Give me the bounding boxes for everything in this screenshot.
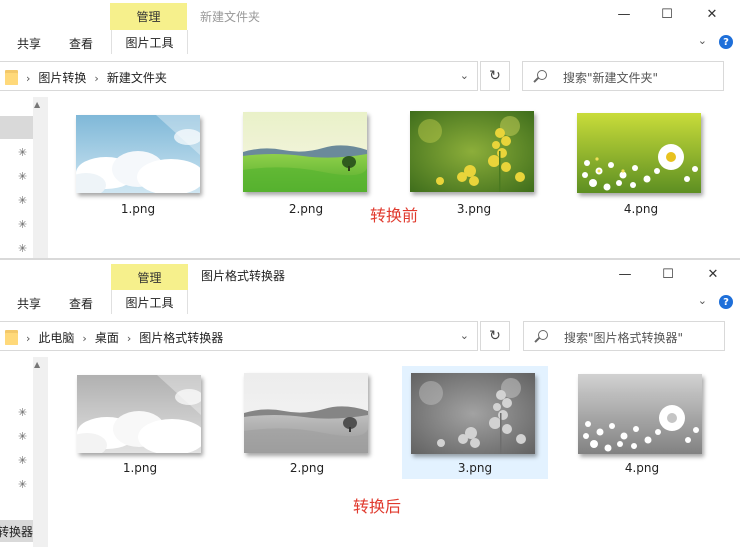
thumbnail-image (77, 375, 201, 453)
tab-share[interactable]: 共享 (17, 295, 41, 312)
pin-icon[interactable]: ✳ (18, 146, 27, 159)
address-bar[interactable]: › 图片转换 › 新建文件夹 ⌄ (0, 61, 478, 91)
navigation-pane: ▲ ✳ ✳ ✳ ✳ ✳ (0, 97, 48, 258)
file-name: 1.png (120, 202, 156, 216)
explorer-window-before: 管理 新建文件夹 — ☐ ✕ 共享 查看 图片工具 ⌄ ? › 图片转换 › 新建文件… (0, 0, 740, 258)
maximize-icon[interactable]: ☐ (657, 4, 677, 24)
breadcrumb: › 此电脑 › 桌面 › 图片格式转换器 (26, 329, 231, 346)
address-row: › 图片转换 › 新建文件夹 ⌄ ↻ 搜索"新建文件夹" (0, 61, 740, 93)
minimize-icon[interactable]: — (615, 264, 635, 284)
file-item[interactable]: 1.png (71, 111, 205, 221)
pin-icon[interactable]: ✳ (18, 454, 27, 467)
pin-icon[interactable]: ✳ (18, 242, 27, 255)
refresh-icon[interactable]: ↻ (480, 61, 510, 91)
tab-share[interactable]: 共享 (17, 35, 41, 52)
folder-icon (5, 330, 18, 345)
nav-scrollbar[interactable] (33, 97, 48, 258)
chevron-down-icon[interactable]: ⌄ (460, 69, 469, 82)
file-item[interactable]: 2.png (239, 111, 373, 221)
ribbon: 共享 查看 图片工具 ⌄ ? (0, 290, 740, 315)
nav-scrollbar[interactable] (33, 357, 48, 547)
search-icon (537, 70, 547, 80)
file-name: 3.png (457, 461, 493, 475)
pin-icon[interactable]: ✳ (18, 170, 27, 183)
chevron-right-icon[interactable]: › (82, 332, 86, 345)
thumbnail-image (411, 373, 535, 454)
breadcrumb-item[interactable]: 此电脑 (38, 331, 74, 345)
file-name: 4.png (624, 461, 660, 475)
help-icon[interactable]: ? (719, 35, 733, 49)
file-name: 4.png (623, 202, 659, 216)
pin-icon[interactable]: ✳ (18, 430, 27, 443)
folder-icon (5, 70, 18, 85)
minimize-icon[interactable]: — (614, 4, 634, 24)
tab-picture-tools[interactable]: 图片工具 (111, 290, 188, 314)
file-item[interactable]: 4.png (575, 372, 709, 482)
ribbon: 共享 查看 图片工具 ⌄ ? (0, 30, 740, 55)
file-name: 2.png (289, 461, 325, 475)
file-name: 2.png (288, 202, 324, 216)
close-icon[interactable]: ✕ (702, 4, 722, 24)
breadcrumb-item[interactable]: 新建文件夹 (107, 71, 167, 85)
file-item[interactable]: 3.png (407, 111, 541, 221)
thumbnail-image (578, 374, 702, 454)
search-box[interactable]: 搜索"新建文件夹" (522, 61, 724, 91)
nav-item-selected-label[interactable]: 转换器 (0, 520, 33, 542)
breadcrumb-item[interactable]: 图片格式转换器 (139, 331, 223, 345)
breadcrumb-item[interactable]: 图片转换 (38, 71, 86, 85)
help-icon[interactable]: ? (719, 295, 733, 309)
search-placeholder: 搜索"图片格式转换器" (564, 331, 684, 345)
breadcrumb-item[interactable]: 桌面 (95, 331, 119, 345)
thumbnail-image (410, 111, 534, 192)
navigation-pane: ▲ ✳ ✳ ✳ ✳ 转换器 (0, 357, 48, 547)
file-item-selected[interactable]: 3.png (402, 366, 548, 479)
title-bar: 管理 图片格式转换器 — ☐ ✕ (0, 260, 740, 290)
chevron-right-icon[interactable]: › (26, 332, 30, 345)
tab-view[interactable]: 查看 (69, 35, 93, 52)
thumbnail-image (243, 112, 367, 192)
pin-icon[interactable]: ✳ (18, 406, 27, 419)
chevron-right-icon[interactable]: › (26, 72, 30, 85)
pin-icon[interactable]: ✳ (18, 218, 27, 231)
file-name: 3.png (456, 202, 492, 216)
thumbnail-image (577, 113, 701, 193)
manage-tab[interactable]: 管理 (110, 3, 187, 30)
scroll-up-icon[interactable]: ▲ (34, 360, 40, 369)
refresh-icon[interactable]: ↻ (480, 321, 510, 351)
title-bar: 管理 新建文件夹 — ☐ ✕ (0, 0, 740, 30)
breadcrumb: › 图片转换 › 新建文件夹 (26, 69, 175, 86)
thumbnail-image (244, 373, 368, 453)
manage-tab[interactable]: 管理 (111, 264, 188, 290)
file-item[interactable]: 2.png (240, 372, 374, 482)
window-title: 图片格式转换器 (201, 269, 286, 283)
thumbnail-image (76, 115, 200, 193)
search-box[interactable]: 搜索"图片格式转换器" (523, 321, 725, 351)
tab-picture-tools[interactable]: 图片工具 (111, 30, 188, 54)
window-title: 新建文件夹 (200, 10, 261, 24)
nav-item-selected[interactable] (0, 116, 33, 139)
address-bar[interactable]: › 此电脑 › 桌面 › 图片格式转换器 ⌄ (0, 321, 478, 351)
file-name: 1.png (122, 461, 158, 475)
caption-before: 转换前 (370, 206, 419, 225)
ribbon-expand-icon[interactable]: ⌄ (698, 294, 707, 307)
chevron-right-icon[interactable]: › (94, 72, 98, 85)
search-icon (538, 330, 548, 340)
chevron-right-icon[interactable]: › (127, 332, 131, 345)
address-row: › 此电脑 › 桌面 › 图片格式转换器 ⌄ ↻ 搜索"图片格式转换器" (0, 321, 740, 353)
ribbon-expand-icon[interactable]: ⌄ (698, 34, 707, 47)
file-item[interactable]: 1.png (73, 372, 207, 482)
caption-after: 转换后 (353, 497, 402, 516)
pin-icon[interactable]: ✳ (18, 194, 27, 207)
pin-icon[interactable]: ✳ (18, 478, 27, 491)
close-icon[interactable]: ✕ (703, 264, 723, 284)
explorer-window-after: 管理 图片格式转换器 — ☐ ✕ 共享 查看 图片工具 ⌄ ? › 此电脑 › 桌面 ›… (0, 260, 740, 547)
file-item[interactable]: 4.png (574, 111, 708, 221)
chevron-down-icon[interactable]: ⌄ (460, 329, 469, 342)
maximize-icon[interactable]: ☐ (658, 264, 678, 284)
tab-view[interactable]: 查看 (69, 295, 93, 312)
search-placeholder: 搜索"新建文件夹" (563, 71, 659, 85)
scroll-up-icon[interactable]: ▲ (34, 100, 40, 109)
